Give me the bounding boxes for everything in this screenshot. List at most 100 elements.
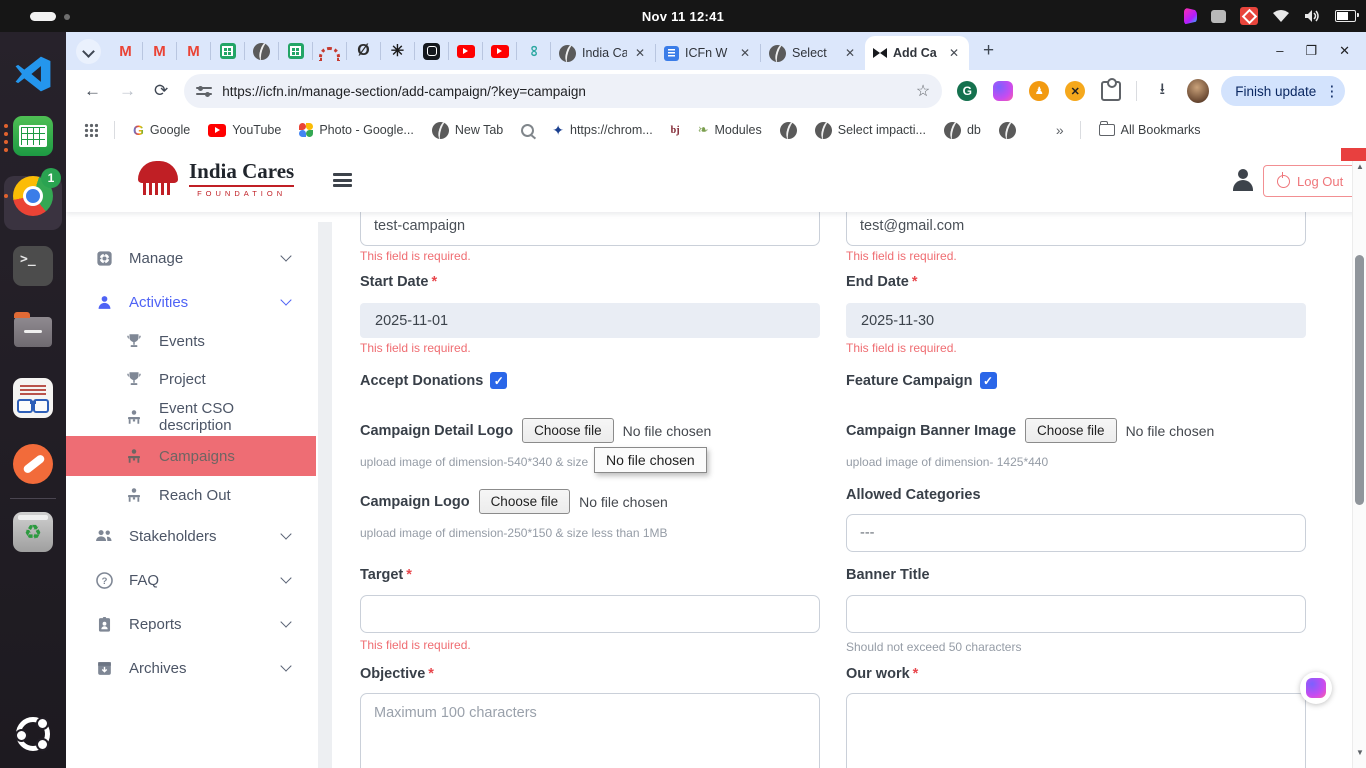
dock-show-applications[interactable] — [11, 712, 55, 756]
bookmark-youtube[interactable]: YouTube — [208, 123, 281, 137]
pinned-tab-flower[interactable]: ✳ — [387, 41, 408, 62]
user-profile-icon[interactable] — [1232, 169, 1254, 191]
objective-textarea[interactable] — [360, 693, 820, 768]
reload-button[interactable]: ⟳ — [154, 81, 168, 101]
orange-extension[interactable]: ♟ — [1028, 80, 1050, 102]
dock-chrome[interactable]: 1 — [11, 174, 55, 218]
dock-vscode[interactable] — [11, 52, 55, 96]
system-clock[interactable]: Nov 11 12:41 — [0, 0, 1366, 32]
tab-close-icon[interactable]: ✕ — [843, 46, 857, 60]
browser-menu-icon[interactable]: ⋮ — [1324, 82, 1339, 100]
downloads-button[interactable]: ⭳ — [1151, 80, 1173, 102]
bookmark-db[interactable]: db — [944, 122, 981, 139]
campaign-name-input[interactable] — [360, 206, 820, 246]
allowed-categories-select[interactable]: --- — [846, 514, 1306, 552]
bookmark-star-icon[interactable]: ☆ — [916, 81, 930, 101]
sidebar-item-event-cso-description[interactable]: Event CSO description — [66, 398, 316, 436]
bookmark-bajaj[interactable]: bj — [671, 125, 680, 136]
pinned-tab-gmail[interactable]: M — [115, 41, 136, 62]
sidebar-item-manage[interactable]: Manage — [66, 236, 316, 280]
hamburger-menu-button[interactable] — [333, 173, 352, 187]
bookmark-globe[interactable] — [999, 122, 1016, 139]
new-tab-button[interactable]: + — [983, 40, 994, 62]
profile-avatar[interactable] — [1187, 80, 1209, 102]
pinned-tab-gmail[interactable]: M — [183, 41, 204, 62]
pinned-tab-sheets[interactable] — [217, 41, 238, 62]
address-bar[interactable]: https://icfn.in/manage-section/add-campa… — [184, 74, 942, 108]
bookmark-globe[interactable] — [780, 122, 797, 139]
forward-button[interactable]: → — [119, 81, 136, 101]
tab-close-icon[interactable]: ✕ — [738, 46, 752, 60]
pinned-tab-globe[interactable] — [251, 41, 272, 62]
scrollbar-thumb[interactable] — [1355, 255, 1364, 505]
dock-terminal[interactable]: >_ — [11, 244, 55, 288]
tab-icfn[interactable]: ICFn W ✕ — [656, 36, 760, 70]
sidebar-item-stakeholders[interactable]: Stakeholders — [66, 514, 316, 558]
end-date-input[interactable]: 2025-11-30 — [846, 303, 1306, 338]
pinned-tab-loop[interactable]: ∞ — [523, 41, 544, 62]
back-button[interactable]: ← — [84, 81, 101, 101]
system-tray[interactable] — [1184, 0, 1356, 32]
brand-logo[interactable]: India Cares Foundation — [136, 159, 294, 199]
dock-trash[interactable]: ♻ — [11, 510, 55, 554]
pinned-tab-sheets[interactable] — [285, 41, 306, 62]
sidebar-item-faq[interactable]: ? FAQ — [66, 558, 316, 602]
close-button[interactable]: ✕ — [1339, 43, 1350, 59]
bookmark-google[interactable]: GGoogle — [133, 122, 190, 138]
tab-select[interactable]: Select ✕ — [761, 36, 865, 70]
grammarly-extension[interactable]: G — [956, 80, 978, 102]
brain-extension[interactable] — [992, 80, 1014, 102]
bookmark-new-tab[interactable]: New Tab — [432, 122, 503, 139]
tab-close-icon[interactable]: ✕ — [633, 46, 647, 60]
dock-files[interactable] — [11, 310, 55, 354]
tab-india-cares[interactable]: India Ca ✕ — [551, 36, 655, 70]
finish-update-button[interactable]: Finish update ⋮ — [1221, 76, 1345, 106]
pinned-tab-instagram[interactable] — [421, 41, 442, 62]
our-work-textarea[interactable] — [846, 693, 1306, 768]
pinned-tab-slash[interactable]: Ø — [353, 41, 374, 62]
tab-close-icon[interactable]: ✕ — [947, 46, 961, 60]
brain-assistant-fab[interactable] — [1300, 672, 1332, 704]
bookmark-chrome-link[interactable]: ✦https://chrom... — [552, 122, 652, 139]
minimize-button[interactable]: – — [1276, 43, 1283, 59]
tab-search-button[interactable] — [76, 39, 101, 64]
sidebar-item-events[interactable]: Events — [66, 322, 316, 360]
orange-x-extension[interactable]: ✕ — [1064, 80, 1086, 102]
tab-add-campaign-active[interactable]: Add Ca ✕ — [865, 36, 969, 70]
url-text[interactable]: https://icfn.in/manage-section/add-campa… — [222, 84, 916, 99]
pinned-tab-gmail[interactable]: M — [149, 41, 170, 62]
banner-title-input[interactable] — [846, 595, 1306, 633]
pinned-tab-youtube[interactable] — [489, 41, 510, 62]
sidebar-item-archives[interactable]: Archives — [66, 646, 316, 690]
dock-postman[interactable] — [11, 442, 55, 486]
pinned-tab-arc[interactable] — [319, 41, 340, 62]
site-settings-icon[interactable] — [196, 84, 212, 98]
bookmark-select-impact[interactable]: Select impacti... — [815, 122, 926, 139]
feature-campaign-checkbox[interactable]: ✓ — [980, 372, 997, 389]
sidebar-item-campaigns[interactable]: Campaigns — [66, 436, 316, 476]
bookmarks-overflow-button[interactable]: » — [1056, 122, 1064, 138]
all-bookmarks-button[interactable]: All Bookmarks — [1099, 123, 1201, 137]
scroll-down-icon[interactable]: ▼ — [1353, 748, 1366, 757]
bookmark-search[interactable] — [521, 124, 534, 137]
content-scrollbar-track[interactable] — [318, 222, 332, 768]
choose-file-button[interactable]: Choose file — [479, 489, 571, 514]
sidebar-item-activities[interactable]: Activities — [66, 280, 316, 324]
restore-button[interactable]: ❐ — [1305, 43, 1317, 59]
choose-file-button[interactable]: Choose file — [522, 418, 614, 443]
email-input[interactable] — [846, 206, 1306, 246]
dock-libreoffice-calc[interactable] — [11, 114, 55, 158]
sidebar-item-reach-out[interactable]: Reach Out — [66, 476, 316, 514]
dock-document-viewer[interactable] — [11, 376, 55, 420]
choose-file-button[interactable]: Choose file — [1025, 418, 1117, 443]
extensions-menu[interactable] — [1100, 80, 1122, 102]
apps-grid-button[interactable] — [84, 123, 98, 137]
pinned-tab-youtube[interactable] — [455, 41, 476, 62]
sidebar-item-project[interactable]: Project — [66, 360, 316, 398]
logout-button[interactable]: Log Out — [1263, 165, 1357, 197]
sidebar-item-reports[interactable]: Reports — [66, 602, 316, 646]
bookmark-modules[interactable]: ❧Modules — [698, 122, 762, 138]
bookmark-google-photos[interactable]: Photo - Google... — [299, 123, 414, 137]
target-input[interactable] — [360, 595, 820, 633]
page-scrollbar[interactable]: ▲ ▼ — [1352, 148, 1366, 768]
